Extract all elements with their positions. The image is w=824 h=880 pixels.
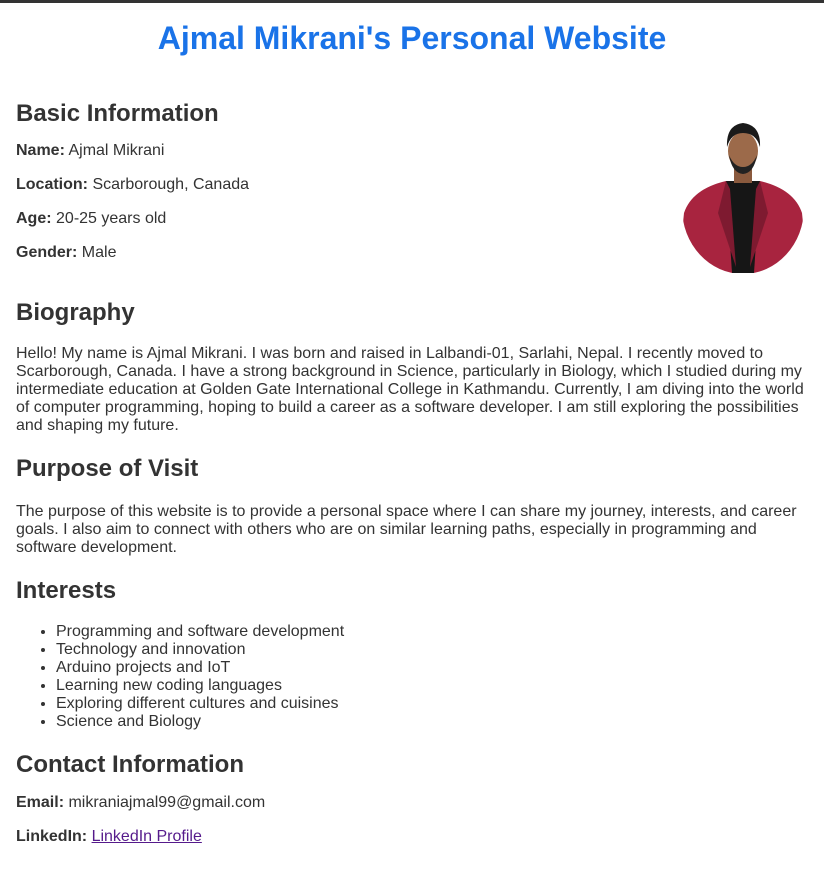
email-value: mikraniajmal99@gmail.com: [68, 794, 266, 811]
linkedin-row: LinkedIn: LinkedIn Profile: [16, 828, 808, 846]
gender-label: Gender:: [16, 244, 78, 261]
interests-list: Programming and software development Tec…: [16, 623, 808, 731]
list-item: Programming and software development: [56, 623, 808, 641]
email-row: Email: mikraniajmal99@gmail.com: [16, 794, 808, 812]
list-item: Learning new coding languages: [56, 677, 808, 695]
name-value: Ajmal Mikrani: [68, 142, 165, 159]
gender-value: Male: [81, 244, 117, 261]
purpose-text: The purpose of this website is to provid…: [16, 503, 797, 556]
contact-heading: Contact Information: [16, 751, 244, 778]
list-item: Technology and innovation: [56, 641, 808, 659]
location-label: Location:: [16, 176, 88, 193]
purpose-heading: Purpose of Visit: [16, 455, 199, 482]
page: Ajmal Mikrani's Personal Website Basic I…: [0, 19, 824, 846]
email-label: Email:: [16, 794, 65, 811]
age-label: Age:: [16, 210, 52, 227]
location-value: Scarborough, Canada: [92, 176, 250, 193]
name-label: Name:: [16, 142, 65, 159]
linkedin-profile-link[interactable]: LinkedIn Profile: [92, 828, 202, 845]
linkedin-label: LinkedIn:: [16, 828, 88, 845]
page-title: Ajmal Mikrani's Personal Website: [157, 20, 667, 56]
profile-photo: [682, 123, 804, 273]
list-item: Exploring different cultures and cuisine…: [56, 695, 808, 713]
age-value: 20-25 years old: [56, 210, 167, 227]
interests-heading: Interests: [16, 577, 117, 604]
list-item: Science and Biology: [56, 713, 808, 731]
biography-heading: Biography: [16, 299, 135, 326]
biography-text: Hello! My name is Ajmal Mikrani. I was b…: [16, 345, 804, 434]
contact-info: Email: mikraniajmal99@gmail.com LinkedIn…: [16, 794, 808, 846]
list-item: Arduino projects and IoT: [56, 659, 808, 677]
